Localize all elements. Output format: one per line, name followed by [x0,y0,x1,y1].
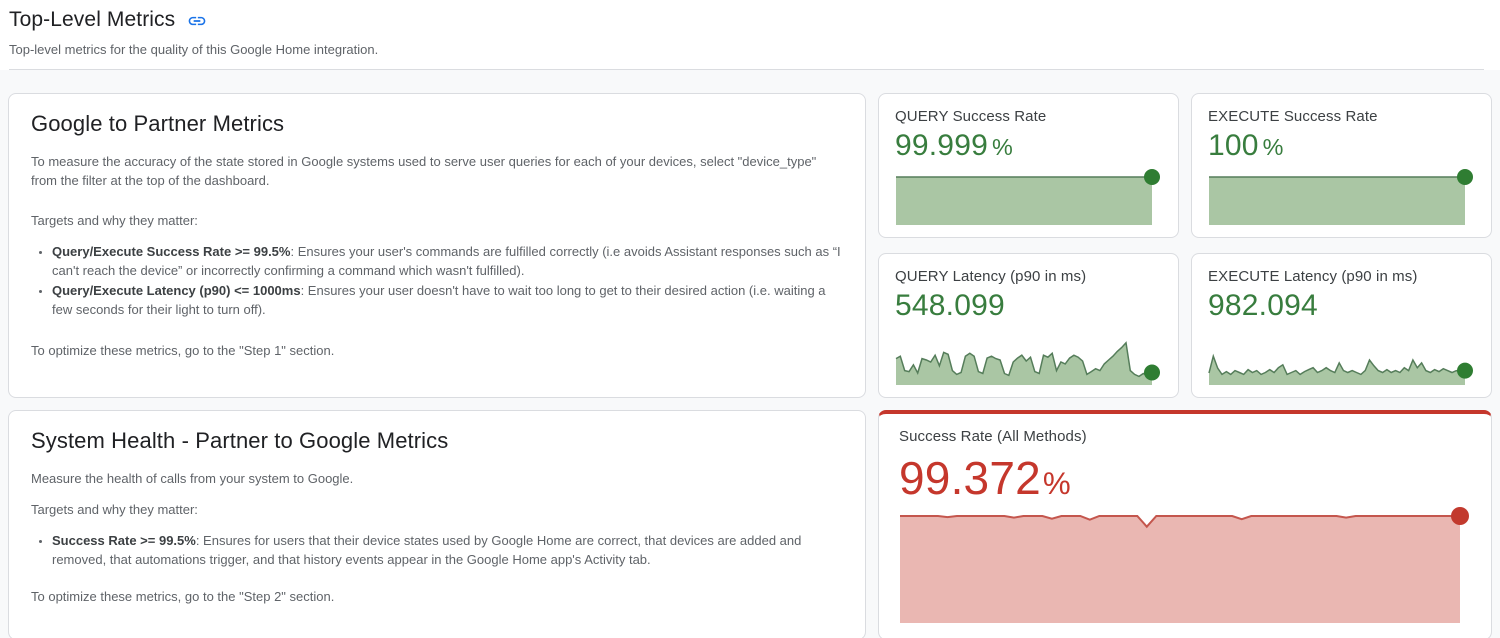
metric-unit: % [1043,466,1071,501]
left-column: Google to Partner Metrics To measure the… [8,93,866,638]
sparkline-chart [895,327,1162,385]
sparkline-chart [1208,167,1475,225]
target-lead: Query/Execute Success Rate >= 99.5% [52,244,290,259]
sparkline-chart [1208,327,1475,385]
section-link-icon[interactable] [187,11,207,31]
target-item: Query/Execute Latency (p90) <= 1000ms: E… [52,281,841,319]
target-lead: Success Rate >= 99.5% [52,533,196,548]
metric-card-query-success-rate: QUERY Success Rate 99.999% [878,93,1179,238]
card-title: System Health - Partner to Google Metric… [31,428,843,454]
metric-card-execute-latency: EXECUTE Latency (p90 in ms) 982.094 [1191,253,1492,398]
sparkline-chart [895,167,1162,225]
page-subtitle: Top-level metrics for the quality of thi… [9,42,1484,57]
card-title: Google to Partner Metrics [31,111,843,137]
target-item: Query/Execute Success Rate >= 99.5%: Ens… [52,242,841,280]
metric-value: 982.094 [1208,289,1475,323]
dashboard-content: Google to Partner Metrics To measure the… [0,70,1500,638]
targets-label: Targets and why they matter: [31,500,843,519]
card-system-health-metrics: System Health - Partner to Google Metric… [8,410,866,638]
card-google-to-partner-metrics: Google to Partner Metrics To measure the… [8,93,866,398]
metric-label: QUERY Success Rate [895,108,1162,125]
metric-card-execute-success-rate: EXECUTE Success Rate 100% [1191,93,1492,238]
card-footer: To optimize these metrics, go to the "St… [31,587,843,606]
metric-card-success-rate-all-methods: Success Rate (All Methods) 99.372% [878,410,1492,638]
metric-label: EXECUTE Success Rate [1208,108,1475,125]
page-title: Top-Level Metrics [9,8,175,32]
metric-value: 99.372% [899,451,1471,505]
sparkline-chart [899,505,1471,623]
card-footer: To optimize these metrics, go to the "St… [31,341,843,360]
metric-grid: QUERY Success Rate 99.999% EXECUTE Succe… [878,93,1492,398]
metric-label: EXECUTE Latency (p90 in ms) [1208,268,1475,285]
metric-unit: % [992,134,1013,160]
targets-list: Success Rate >= 99.5%: Ensures for users… [31,531,841,569]
target-item: Success Rate >= 99.5%: Ensures for users… [52,531,841,569]
targets-label: Targets and why they matter: [31,211,843,230]
page-header: Top-Level Metrics Top-level metrics for … [0,0,1500,70]
page-title-row: Top-Level Metrics [9,8,1484,32]
metric-label: Success Rate (All Methods) [899,428,1471,445]
card-intro: To measure the accuracy of the state sto… [31,152,841,190]
metric-value: 548.099 [895,289,1162,323]
card-intro: Measure the health of calls from your sy… [31,469,843,488]
metric-unit: % [1263,134,1284,160]
metric-value: 99.999% [895,129,1162,163]
metric-card-query-latency: QUERY Latency (p90 in ms) 548.099 [878,253,1179,398]
target-lead: Query/Execute Latency (p90) <= 1000ms [52,283,301,298]
targets-list: Query/Execute Success Rate >= 99.5%: Ens… [31,242,841,319]
metric-value: 100% [1208,129,1475,163]
metric-label: QUERY Latency (p90 in ms) [895,268,1162,285]
right-column: QUERY Success Rate 99.999% EXECUTE Succe… [878,93,1492,638]
